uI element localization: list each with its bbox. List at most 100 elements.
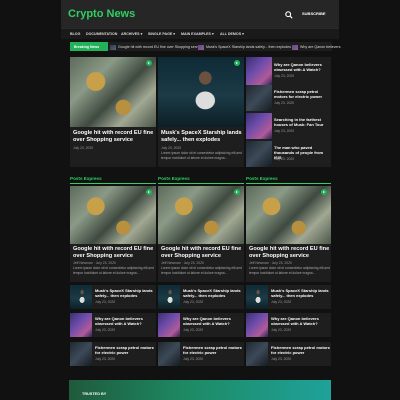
subscribe-button[interactable]: SUBSCRIBE bbox=[302, 11, 326, 16]
post-date: July 23, 2020 bbox=[95, 328, 116, 332]
thumbnail-image bbox=[198, 44, 204, 50]
site-logo[interactable]: Crypto News bbox=[68, 8, 135, 20]
laptop-image bbox=[158, 57, 244, 127]
post-date: July 23, 2020 bbox=[73, 146, 94, 150]
trusted-by-banner bbox=[69, 380, 331, 400]
list-item[interactable]: Fishermen scrap petrol motors for electr… bbox=[158, 342, 244, 366]
list-item[interactable]: Why are Qanon believers obsessed with A … bbox=[70, 313, 156, 337]
badge-icon bbox=[234, 189, 240, 195]
section-heading: Posts Express bbox=[70, 176, 102, 181]
post-date: July 23, 2020 bbox=[271, 357, 292, 361]
section-heading: Posts Express bbox=[158, 176, 190, 181]
thumbnail-image bbox=[246, 57, 272, 85]
sidebar-title[interactable]: Searching in the farthest houses of Musk… bbox=[274, 117, 329, 128]
list-item[interactable]: Why are Qanon believers obsessed with A … bbox=[158, 313, 244, 337]
sidebar-title[interactable]: Fishermen scrap petrol motors for electr… bbox=[274, 89, 329, 100]
ticker-item[interactable]: Why are Qanon believers bbox=[292, 44, 341, 50]
breaking-news-label: Breaking News bbox=[70, 42, 108, 51]
post-excerpt: Lorem ipsum dolor sit et consectetur adi… bbox=[161, 266, 242, 275]
sidebar-item[interactable]: The man who paved thousands of people fr… bbox=[246, 141, 331, 167]
hero-card-left[interactable]: Google hit with record EU fine over Shop… bbox=[70, 57, 156, 167]
list-title[interactable]: Fishermen scrap petrol motors for electr… bbox=[271, 345, 330, 356]
post-date: July 23, 2020 bbox=[271, 300, 292, 304]
post-date: July 23, 2020 bbox=[161, 146, 182, 150]
ticker-item[interactable]: Google hit with record EU fine over Shop… bbox=[110, 44, 202, 50]
post-card[interactable]: Google hit with record EU fine over Shop… bbox=[246, 186, 331, 282]
sidebar-item[interactable]: Fishermen scrap petrol motors for electr… bbox=[246, 85, 331, 113]
list-title[interactable]: Musk's SpaceX Starship lands safely... t… bbox=[95, 288, 155, 299]
search-icon[interactable] bbox=[285, 11, 293, 19]
post-excerpt: Lorem ipsum dolor sit et consectetur adi… bbox=[249, 266, 330, 275]
list-item[interactable]: Musk's SpaceX Starship lands safely... t… bbox=[246, 285, 331, 309]
list-title[interactable]: Fishermen scrap petrol motors for electr… bbox=[95, 345, 155, 356]
list-title[interactable]: Musk's SpaceX Starship lands safely... t… bbox=[271, 288, 330, 299]
money-image bbox=[246, 186, 331, 244]
thumbnail-image bbox=[246, 85, 272, 111]
list-title[interactable]: Why are Qanon believers obsessed with A … bbox=[271, 316, 330, 327]
nav-main-examples[interactable]: MAIN EXAMPLES ▾ bbox=[181, 32, 214, 36]
list-title[interactable]: Musk's SpaceX Starship lands safely... t… bbox=[183, 288, 243, 299]
badge-icon bbox=[234, 60, 240, 66]
list-title[interactable]: Why are Qanon believers obsessed with A … bbox=[95, 316, 155, 327]
list-title[interactable]: Fishermen scrap petrol motors for electr… bbox=[183, 345, 243, 356]
thumbnail-image bbox=[70, 285, 92, 309]
thumbnail-image bbox=[246, 141, 272, 167]
thumbnail-image bbox=[158, 285, 180, 309]
thumbnail-image bbox=[292, 44, 298, 50]
thumbnail-image bbox=[70, 342, 92, 366]
post-card[interactable]: Google hit with record EU fine over Shop… bbox=[158, 186, 244, 282]
list-item[interactable]: Why are Qanon believers obsessed with A … bbox=[246, 313, 331, 337]
section-divider bbox=[246, 183, 331, 184]
nav-blog[interactable]: BLOG bbox=[70, 32, 80, 36]
money-image bbox=[70, 186, 156, 244]
thumbnail-image bbox=[110, 44, 116, 50]
post-meta: Jeff Newman · July 23, 2020 bbox=[73, 261, 116, 265]
money-image bbox=[158, 186, 244, 244]
ticker-item[interactable]: Musk's SpaceX Starship lands safely... t… bbox=[198, 44, 291, 50]
badge-icon bbox=[146, 60, 152, 66]
post-date: July 23, 2020 bbox=[183, 357, 204, 361]
post-date: July 23, 2020 bbox=[183, 328, 204, 332]
list-item[interactable]: Musk's SpaceX Starship lands safely... t… bbox=[70, 285, 156, 309]
post-card[interactable]: Google hit with record EU fine over Shop… bbox=[70, 186, 156, 282]
sidebar-title[interactable]: Why are Qanon believers obsessed with A … bbox=[274, 62, 329, 73]
hero-card-middle[interactable]: Musk's SpaceX Starship lands safely... t… bbox=[158, 57, 244, 167]
post-excerpt: Lorem ipsum dolor sit et consectetur adi… bbox=[73, 266, 154, 275]
hero-title[interactable]: Musk's SpaceX Starship lands safely... t… bbox=[161, 130, 243, 143]
sidebar-item[interactable]: Why are Qanon believers obsessed with A … bbox=[246, 57, 331, 87]
nav-all-demos[interactable]: ALL DEMOS ▾ bbox=[220, 32, 244, 36]
thumbnail-image bbox=[70, 313, 92, 337]
thumbnail-image bbox=[158, 313, 180, 337]
breaking-news-ticker: Breaking News Google hit with record EU … bbox=[70, 42, 341, 51]
post-date: July 23, 2020 bbox=[274, 74, 295, 78]
post-title[interactable]: Google hit with record EU fine over Shop… bbox=[161, 246, 243, 259]
hero-title[interactable]: Google hit with record EU fine over Shop… bbox=[73, 130, 155, 143]
thumbnail-image bbox=[246, 313, 268, 337]
post-date: July 23, 2020 bbox=[271, 328, 292, 332]
nav-archives[interactable]: ARCHIVES ▾ bbox=[121, 32, 142, 36]
list-title[interactable]: Why are Qanon believers obsessed with A … bbox=[183, 316, 243, 327]
post-title[interactable]: Google hit with record EU fine over Shop… bbox=[249, 246, 330, 259]
section-heading: Posts Express bbox=[246, 176, 278, 181]
post-excerpt: Lorem ipsum dolor sit et consectetur adi… bbox=[161, 151, 242, 160]
post-date: July 23, 2020 bbox=[183, 300, 204, 304]
post-date: July 23, 2020 bbox=[95, 300, 116, 304]
post-date: July 23, 2020 bbox=[274, 157, 295, 161]
sidebar-item[interactable]: Searching in the farthest houses of Musk… bbox=[246, 113, 331, 141]
money-image bbox=[70, 57, 156, 127]
badge-icon bbox=[321, 189, 327, 195]
badge-icon bbox=[146, 189, 152, 195]
thumbnail-image bbox=[246, 342, 268, 366]
thumbnail-image bbox=[246, 285, 268, 309]
list-item[interactable]: Fishermen scrap petrol motors for electr… bbox=[246, 342, 331, 366]
trusted-by-label: TRUSTED BY bbox=[82, 392, 107, 396]
post-title[interactable]: Google hit with record EU fine over Shop… bbox=[73, 246, 155, 259]
post-meta: Jeff Newman · July 23, 2020 bbox=[249, 261, 292, 265]
page: { "header": { "logo": "Crypto News", "su… bbox=[0, 0, 400, 400]
post-meta: Jeff Newman · July 23, 2020 bbox=[161, 261, 204, 265]
list-item[interactable]: Fishermen scrap petrol motors for electr… bbox=[70, 342, 156, 366]
list-item[interactable]: Musk's SpaceX Starship lands safely... t… bbox=[158, 285, 244, 309]
thumbnail-image bbox=[158, 342, 180, 366]
nav-documentation[interactable]: DOCUMENTATION bbox=[86, 32, 117, 36]
nav-single-page[interactable]: SINGLE PAGE ▾ bbox=[148, 32, 175, 36]
